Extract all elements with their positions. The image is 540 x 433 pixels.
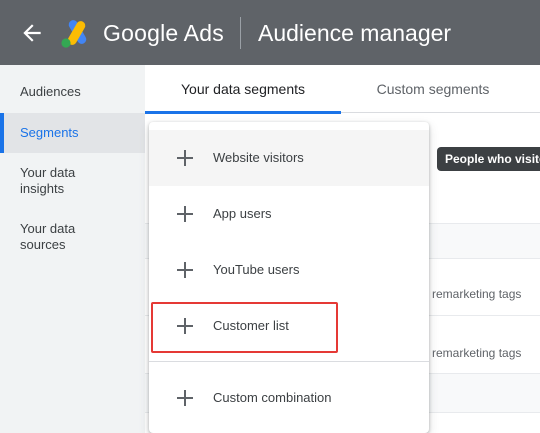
menu-item-website-visitors[interactable]: Website visitors: [149, 130, 429, 186]
sidebar-item-segments[interactable]: Segments: [0, 113, 145, 153]
sidebar-item-label: Segments: [20, 125, 79, 140]
plus-icon: [177, 150, 193, 166]
menu-item-custom-combination[interactable]: Custom combination: [149, 370, 429, 426]
menu-item-label: Custom combination: [213, 390, 332, 405]
sidebar: Audiences Segments Your data insights Yo…: [0, 65, 145, 433]
menu-item-app-users[interactable]: App users: [149, 186, 429, 242]
sidebar-item-audiences[interactable]: Audiences: [0, 77, 145, 107]
menu-item-label: App users: [213, 206, 272, 221]
tab-custom-segments[interactable]: Custom segments: [341, 65, 525, 113]
menu-item-label: Customer list: [213, 318, 289, 333]
sidebar-item-your-data-sources[interactable]: Your data sources: [0, 217, 145, 259]
table-cell: remarketing tags: [432, 346, 522, 360]
menu-item-customer-list[interactable]: Customer list: [149, 298, 429, 354]
sidebar-item-label: Your data sources: [20, 221, 76, 252]
plus-icon: [177, 390, 193, 406]
new-segment-menu: Website visitors App users YouTube users…: [149, 122, 429, 433]
plus-icon: [177, 318, 193, 334]
plus-icon: [177, 262, 193, 278]
tooltip: People who visite: [437, 147, 540, 171]
tab-your-data-segments[interactable]: Your data segments: [145, 65, 341, 114]
google-ads-logo: [61, 20, 87, 48]
menu-divider: [149, 361, 429, 362]
app-header: Google Ads Audience manager: [0, 0, 540, 65]
header-divider: [240, 17, 241, 49]
sidebar-item-your-data-insights[interactable]: Your data insights: [0, 161, 145, 203]
menu-item-label: YouTube users: [213, 262, 300, 277]
arrow-back-icon[interactable]: [19, 20, 45, 46]
menu-item-label: Website visitors: [213, 150, 304, 165]
page-title: Audience manager: [258, 20, 452, 46]
plus-icon: [177, 206, 193, 222]
brand-name: Google Ads: [103, 20, 224, 46]
table-cell: remarketing tags: [432, 287, 522, 301]
sidebar-item-label: Your data insights: [20, 165, 76, 196]
menu-item-youtube-users[interactable]: YouTube users: [149, 242, 429, 298]
sidebar-item-label: Audiences: [20, 84, 81, 99]
tab-bar: Your data segments Custom segments: [145, 65, 540, 114]
